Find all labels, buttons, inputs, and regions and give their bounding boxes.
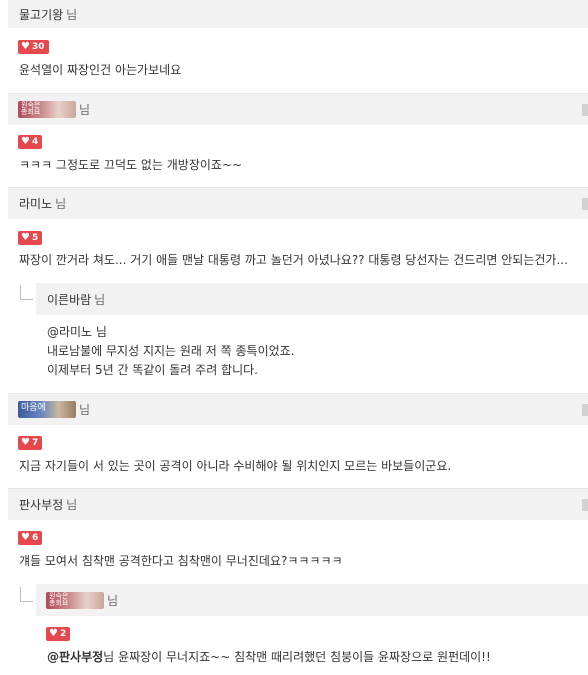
comment-text: ㅋㅋㅋ 그정도로 끄덕도 없는 개방장이죠~~ bbox=[19, 158, 243, 172]
author-image[interactable]: 마음에 bbox=[18, 401, 76, 418]
like-count[interactable]: ♥ 4 bbox=[18, 133, 43, 149]
author-suffix: 님 bbox=[66, 498, 78, 512]
comment: 원숙은 총회요 님 bbox=[8, 93, 588, 125]
reply-comment: 원숙은 총회요 님 bbox=[36, 584, 588, 616]
author-image-text: 원숙은 총회요 bbox=[49, 591, 69, 607]
comment-author[interactable]: 라미노 bbox=[19, 195, 52, 212]
comment-text: 짜장이 깐거라 쳐도... 거기 애들 맨날 대통령 까고 놀던거 아녔나요??… bbox=[19, 253, 568, 267]
comment-header: 이른바람 님 bbox=[36, 283, 588, 315]
author-suffix: 님 bbox=[79, 103, 91, 117]
author-suffix: 님 bbox=[107, 593, 119, 608]
reply-text: @판사부정님 윤짜장이 무너지죠~~ 침착맨 때리려했던 침붕이들 윤짜장으로 … bbox=[47, 648, 491, 666]
like-value: 5 bbox=[31, 233, 39, 243]
author-image-text: 원숙은 총회요 bbox=[21, 101, 41, 116]
reply-text-line: 이제부터 5년 간 똑같이 돌려 주려 합니다. bbox=[47, 363, 258, 377]
comment-text: 윤석열이 짜장인건 아는가보네요 bbox=[19, 63, 182, 77]
like-value: 2 bbox=[59, 629, 67, 639]
reply-indicator bbox=[20, 587, 33, 602]
author-suffix: 님 bbox=[66, 7, 78, 22]
reply-text-body: 님 윤짜장이 무너지죠~~ 침착맨 때리려했던 침붕이들 윤짜장으로 원펀데이!… bbox=[103, 650, 491, 664]
comment-author[interactable]: 이른바람 bbox=[47, 291, 91, 308]
comment-author[interactable]: 판사부정 bbox=[19, 496, 63, 513]
like-count[interactable]: ♥ 2 bbox=[46, 625, 71, 641]
reply-text-line: 내로남불에 무지성 지지는 원래 저 쪽 종특이었죠. bbox=[47, 344, 295, 358]
like-value: 6 bbox=[31, 533, 39, 543]
reply-text-line: @라미노 님 bbox=[47, 325, 107, 339]
reply-indicator bbox=[20, 285, 33, 300]
comment-header: 마음에 님 bbox=[8, 393, 588, 425]
author-suffix: 님 bbox=[55, 197, 67, 211]
author-suffix: 님 bbox=[79, 403, 91, 417]
comment: 판사부정 님 bbox=[8, 488, 588, 520]
like-count[interactable]: ♥ 6 bbox=[18, 529, 43, 545]
like-value: 4 bbox=[31, 137, 39, 147]
comment-header: 원숙은 총회요 님 bbox=[8, 93, 588, 125]
author-image-text: 마음에 bbox=[21, 403, 46, 413]
heart-icon: ♥ bbox=[49, 628, 58, 639]
comment-text: 지금 자기들이 서 있는 곳이 공격이 아니라 수비해야 될 위치인지 모르는 … bbox=[19, 459, 452, 473]
reply-comment: 이른바람 님 bbox=[36, 283, 588, 315]
heart-icon: ♥ bbox=[21, 232, 30, 243]
comment-header: 물고기왕 님 bbox=[8, 0, 588, 28]
author-suffix: 님 bbox=[94, 292, 106, 307]
comment-text: 걔들 모여서 침착맨 공격한다고 침착맨이 무너진데요?ㅋㅋㅋㅋㅋ bbox=[19, 554, 343, 568]
options-handle[interactable] bbox=[582, 499, 588, 511]
heart-icon: ♥ bbox=[21, 41, 30, 52]
heart-icon: ♥ bbox=[21, 437, 30, 448]
mention-link[interactable]: @판사부정 bbox=[47, 650, 103, 664]
options-handle[interactable] bbox=[582, 104, 588, 116]
comment-author[interactable]: 물고기왕 bbox=[19, 6, 63, 23]
options-handle[interactable] bbox=[582, 404, 588, 416]
comment: 라미노 님 bbox=[8, 187, 588, 219]
comment: 물고기왕 님 bbox=[8, 0, 588, 28]
like-value: 7 bbox=[31, 438, 39, 448]
like-count[interactable]: ♥ 30 bbox=[18, 38, 49, 54]
comment: 마음에 님 bbox=[8, 393, 588, 425]
comment-header: 라미노 님 bbox=[8, 187, 588, 219]
like-count[interactable]: ♥ 5 bbox=[18, 229, 43, 245]
heart-icon: ♥ bbox=[21, 136, 30, 147]
author-image[interactable]: 원숙은 총회요 bbox=[46, 591, 104, 609]
heart-icon: ♥ bbox=[21, 532, 30, 543]
options-handle[interactable] bbox=[582, 198, 588, 210]
like-value: 30 bbox=[31, 42, 45, 52]
comment-header: 원숙은 총회요 님 bbox=[36, 584, 588, 616]
like-count[interactable]: ♥ 7 bbox=[18, 434, 43, 450]
comment-header: 판사부정 님 bbox=[8, 488, 588, 520]
author-image[interactable]: 원숙은 총회요 bbox=[18, 101, 76, 118]
